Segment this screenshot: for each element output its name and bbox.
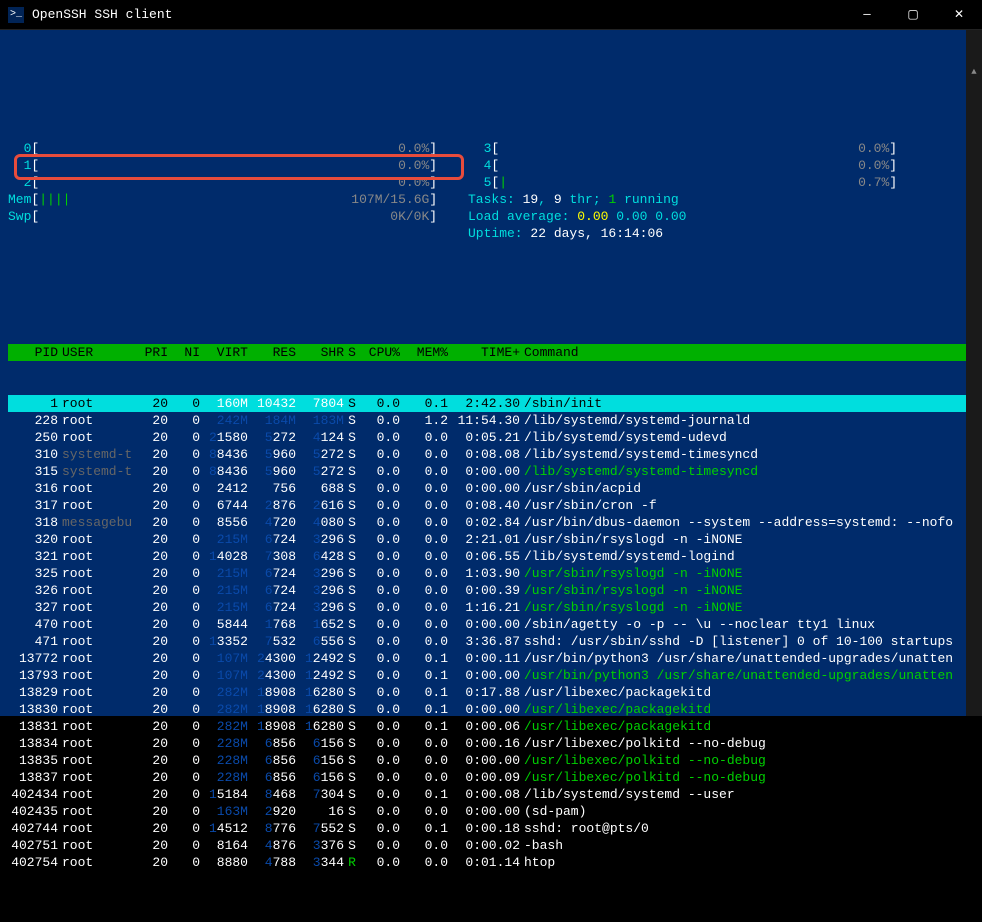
process-row[interactable]: 13830root200282M1890816280S0.00.10:00.00… xyxy=(8,701,982,718)
process-row[interactable]: 326root200215M67243296S0.00.00:00.39/usr… xyxy=(8,582,982,599)
process-row[interactable]: 402435root200163M292016S0.00.00:00.00(sd… xyxy=(8,803,982,820)
process-row[interactable]: 250root2002158052724124S0.00.00:05.21/li… xyxy=(8,429,982,446)
terminal-content: 0[ 0.0%] 1[ 0.0%] 2[ 0.0%]Mem[|||| xyxy=(0,106,982,905)
window-titlebar: >_ OpenSSH SSH client ─ ▢ ✕ xyxy=(0,0,982,30)
process-row[interactable]: 310systemd-t2008843659605272S0.00.00:08.… xyxy=(8,446,982,463)
process-row[interactable]: 13772root200107M2430012492S0.00.10:00.11… xyxy=(8,650,982,667)
process-row[interactable]: 471root2001335275326556S0.00.03:36.87ssh… xyxy=(8,633,982,650)
scroll-up-icon[interactable]: ▲ xyxy=(966,64,982,80)
titlebar-left: >_ OpenSSH SSH client xyxy=(8,7,172,23)
process-row[interactable]: 402751root200816448763376S0.00.00:00.02-… xyxy=(8,837,982,854)
process-row[interactable]: 316root2002412756688S0.00.00:00.00/usr/s… xyxy=(8,480,982,497)
process-row[interactable]: 228root200242M184M183MS0.01.211:54.30/li… xyxy=(8,412,982,429)
scrollbar[interactable]: ▲ xyxy=(966,30,982,716)
cpu-meters: 0[ 0.0%] 1[ 0.0%] 2[ 0.0%]Mem[|||| xyxy=(8,140,982,242)
process-row[interactable]: 13793root200107M2430012492S0.00.10:00.00… xyxy=(8,667,982,684)
terminal-area[interactable]: ▲ 0[ 0.0%] 1[ 0.0%] 2[ 0.0%]Mem[|||| xyxy=(0,30,982,716)
process-row[interactable]: 318messagebu200855647204080S0.00.00:02.8… xyxy=(8,514,982,531)
process-row[interactable]: 13829root200282M1890816280S0.00.10:17.88… xyxy=(8,684,982,701)
process-row[interactable]: 13835root200228M68566156S0.00.00:00.00/u… xyxy=(8,752,982,769)
minimize-button[interactable]: ─ xyxy=(844,0,890,30)
process-row[interactable]: 317root200674428762616S0.00.00:08.40/usr… xyxy=(8,497,982,514)
process-row[interactable]: 13831root200282M1890816280S0.00.10:00.06… xyxy=(8,718,982,735)
process-table-header[interactable]: PIDUSERPRINIVIRTRESSHRSCPU%MEM%TIME+Comm… xyxy=(8,344,982,361)
process-row[interactable]: 327root200215M67243296S0.00.01:16.21/usr… xyxy=(8,599,982,616)
process-row[interactable]: 321root2001402873086428S0.00.00:06.55/li… xyxy=(8,548,982,565)
maximize-button[interactable]: ▢ xyxy=(890,0,936,30)
process-row[interactable]: 402434root2001518484687304S0.00.10:00.08… xyxy=(8,786,982,803)
process-row[interactable]: 402754root200888047883344R0.00.00:01.14h… xyxy=(8,854,982,871)
process-list: 1root200160M104327804S0.00.12:42.30/sbin… xyxy=(8,395,982,871)
process-row[interactable]: 13834root200228M68566156S0.00.00:00.16/u… xyxy=(8,735,982,752)
process-row[interactable]: 1root200160M104327804S0.00.12:42.30/sbin… xyxy=(8,395,982,412)
powershell-icon: >_ xyxy=(8,7,24,23)
close-button[interactable]: ✕ xyxy=(936,0,982,30)
process-row[interactable]: 470root200584417681652S0.00.00:00.00/sbi… xyxy=(8,616,982,633)
process-row[interactable]: 13837root200228M68566156S0.00.00:00.09/u… xyxy=(8,769,982,786)
process-row[interactable]: 402744root2001451287767552S0.00.10:00.18… xyxy=(8,820,982,837)
process-row[interactable]: 325root200215M67243296S0.00.01:03.90/usr… xyxy=(8,565,982,582)
process-row[interactable]: 320root200215M67243296S0.00.02:21.01/usr… xyxy=(8,531,982,548)
process-row[interactable]: 315systemd-t2008843659605272S0.00.00:00.… xyxy=(8,463,982,480)
window-title: OpenSSH SSH client xyxy=(32,7,172,22)
window-controls: ─ ▢ ✕ xyxy=(844,0,982,30)
